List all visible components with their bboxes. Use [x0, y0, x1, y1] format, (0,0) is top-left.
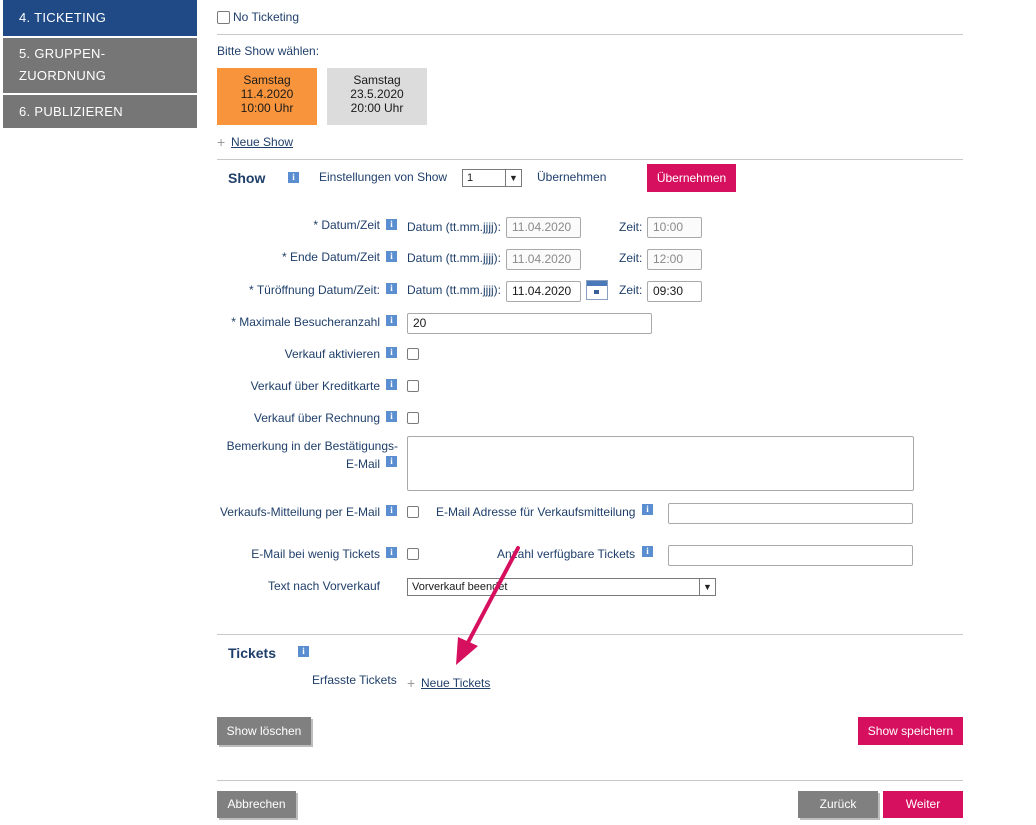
datum-zeit-label: * Datum/Zeit — [313, 218, 380, 232]
sidebar-item-label: 4. TICKETING — [19, 10, 107, 25]
time-hint: Zeit: — [619, 283, 643, 297]
time-hint: Zeit: — [619, 251, 643, 265]
date-hint: Datum (tt.mm.jjjj): — [407, 283, 501, 297]
sidebar-item-label: 6. PUBLIZIEREN — [19, 104, 123, 119]
show-tile-date: 11.4.2020 — [240, 87, 294, 101]
apply-button[interactable]: Übernehmen — [647, 164, 736, 192]
settings-show-value: 1 — [467, 172, 474, 184]
no-ticketing-checkbox[interactable] — [217, 11, 230, 24]
show-section-title: Show — [228, 170, 266, 186]
max-besucher-field[interactable]: 20 — [407, 313, 652, 334]
date-hint: Datum (tt.mm.jjjj): — [407, 220, 501, 234]
divider — [217, 780, 963, 781]
bemerkung-textarea[interactable] — [407, 436, 914, 491]
ende-datum-zeit-label: * Ende Datum/Zeit — [281, 250, 380, 264]
weiter-button[interactable]: Weiter — [883, 791, 963, 818]
sidebar-item-label: 5. GRUPPEN- — [19, 46, 106, 61]
tueroeffnung-label: * Türöffnung Datum/Zeit: — [249, 283, 380, 297]
show-tile-day: Samstag — [243, 73, 291, 87]
bemerkung-label: Bemerkung in der Bestätigungs- E-Mail — [227, 437, 398, 473]
show-tile-1[interactable]: Samstag 11.4.2020 10:00 Uhr — [217, 68, 317, 125]
sidebar-item-gruppenzuordnung[interactable]: 5. GRUPPEN- ZUORDNUNG — [3, 38, 197, 93]
erfasste-tickets-label: Erfasste Tickets — [312, 673, 397, 687]
info-icon[interactable]: i — [288, 172, 299, 183]
divider — [217, 34, 963, 35]
plus-icon: + — [217, 134, 226, 150]
info-icon[interactable]: i — [386, 251, 397, 262]
divider — [217, 159, 963, 160]
calendar-icon[interactable] — [586, 280, 608, 300]
sidebar-item-publizieren[interactable]: 6. PUBLIZIEREN — [3, 95, 197, 128]
verkaufs-mitteilung-label: Verkaufs-Mitteilung per E-Mail — [219, 505, 380, 519]
show-speichern-button[interactable]: Show speichern — [858, 717, 963, 745]
verkauf-kreditkarte-label: Verkauf über Kreditkarte — [250, 379, 380, 393]
sidebar-item-ticketing[interactable]: 4. TICKETING — [3, 0, 197, 36]
info-icon[interactable]: i — [386, 283, 397, 294]
settings-show-select[interactable]: 1 ▼ — [462, 169, 522, 187]
verkauf-aktivieren-checkbox[interactable] — [407, 348, 419, 360]
info-icon[interactable]: i — [386, 505, 397, 516]
divider — [217, 634, 963, 635]
verkaufs-mitteilung-checkbox[interactable] — [407, 506, 419, 518]
time-hint: Zeit: — [619, 220, 643, 234]
show-loeschen-button[interactable]: Show löschen — [217, 717, 311, 745]
bemerkung-label-line2: E-Mail — [345, 457, 380, 471]
tueroeffnung-datum-field[interactable]: 11.04.2020 — [506, 281, 581, 302]
bemerkung-label-line1: Bemerkung in der Bestätigungs- — [226, 439, 398, 453]
verkauf-rechnung-checkbox[interactable] — [407, 412, 419, 424]
info-icon[interactable]: i — [386, 411, 397, 422]
show-tile-date: 23.5.2020 — [350, 87, 404, 101]
email-adresse-label: E-Mail Adresse für Verkaufsmitteilung — [436, 505, 636, 519]
info-icon[interactable]: i — [642, 546, 653, 557]
show-select-prompt: Bitte Show wählen: — [217, 44, 320, 58]
plus-icon: + — [407, 675, 416, 691]
info-icon[interactable]: i — [386, 547, 397, 558]
show-tile-time: 20:00 Uhr — [350, 101, 404, 115]
new-show-link[interactable]: Neue Show — [231, 135, 293, 149]
info-icon[interactable]: i — [642, 504, 653, 515]
date-hint: Datum (tt.mm.jjjj): — [407, 251, 501, 265]
verkauf-rechnung-label: Verkauf über Rechnung — [253, 411, 380, 425]
verkauf-kreditkarte-checkbox[interactable] — [407, 380, 419, 392]
anzahl-tickets-field[interactable] — [668, 545, 913, 566]
chevron-down-icon: ▼ — [505, 170, 521, 186]
wenig-tickets-checkbox[interactable] — [407, 548, 419, 560]
text-nach-vorverkauf-label: Text nach Vorverkauf — [267, 579, 380, 593]
info-icon[interactable]: i — [386, 347, 397, 358]
abbrechen-button[interactable]: Abbrechen — [217, 791, 296, 818]
apply-text: Übernehmen — [537, 170, 607, 184]
verkauf-aktivieren-label: Verkauf aktivieren — [284, 347, 380, 361]
info-icon[interactable]: i — [386, 379, 397, 390]
tueroeffnung-time-field[interactable]: 09:30 — [647, 281, 702, 302]
show-tile-2[interactable]: Samstag 23.5.2020 20:00 Uhr — [327, 68, 427, 125]
chevron-down-icon: ▼ — [699, 579, 715, 595]
show-tile-time: 10:00 Uhr — [240, 101, 294, 115]
show-tile-day: Samstag — [353, 73, 401, 87]
new-tickets-link[interactable]: Neue Tickets — [421, 676, 490, 690]
datum-time-field[interactable]: 10:00 — [647, 217, 702, 238]
zurueck-button[interactable]: Zurück — [798, 791, 878, 818]
sidebar-item-label: ZUORDNUNG — [19, 68, 107, 83]
email-adresse-field[interactable] — [668, 503, 913, 524]
tickets-section-title: Tickets — [228, 645, 276, 661]
settings-label: Einstellungen von Show — [319, 170, 448, 184]
info-icon[interactable]: i — [386, 456, 397, 467]
info-icon[interactable]: i — [298, 646, 309, 657]
datum-field[interactable]: 11.04.2020 — [506, 217, 581, 238]
no-ticketing-label: No Ticketing — [233, 10, 300, 24]
arrow-annotation — [456, 546, 520, 665]
ende-datum-field[interactable]: 11.04.2020 — [506, 249, 581, 270]
ende-time-field[interactable]: 12:00 — [647, 249, 702, 270]
info-icon[interactable]: i — [386, 315, 397, 326]
wenig-tickets-label: E-Mail bei wenig Tickets — [251, 547, 380, 561]
max-besucher-label: * Maximale Besucheranzahl — [231, 315, 380, 329]
info-icon[interactable]: i — [386, 219, 397, 230]
